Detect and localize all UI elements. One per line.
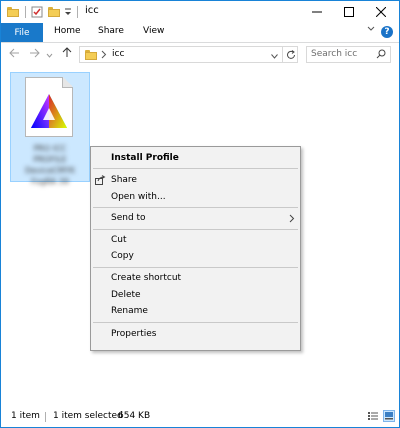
forward-icon[interactable] [29,47,40,61]
divider [25,6,26,18]
search-box[interactable] [306,46,391,63]
window-title: icc [85,5,99,16]
chevron-right-icon[interactable] [101,50,107,62]
menu-item-open-with[interactable]: Open with... [111,192,166,202]
chevron-right-icon [289,214,295,226]
explorer-window: icc File Home Share View ? icc Search ic… [0,0,400,428]
menu-separator [93,168,298,169]
help-icon[interactable]: ? [381,26,393,38]
divider [45,412,46,422]
new-folder-icon[interactable] [48,5,60,19]
menu-item-delete[interactable]: Delete [111,290,141,300]
menu-item-send-to[interactable]: Send to [111,213,146,223]
breadcrumb-item[interactable]: icc [112,49,124,59]
tab-home[interactable]: Home [54,26,81,36]
address-row: icc [1,43,399,67]
details-view-icon[interactable] [367,410,379,422]
file-name-blurred: PRO ICC PROFILE DeviceCMYK FogRA 39 [25,144,75,186]
menu-item-share[interactable]: Share [111,175,137,185]
divider [77,6,78,18]
status-bar: 1 item 1 item selected 654 KB [1,405,399,427]
minimize-button[interactable] [301,1,333,23]
tab-share[interactable]: Share [98,26,124,36]
icc-profile-file-icon [25,77,73,137]
large-icons-view-icon[interactable] [383,410,395,422]
recent-locations-icon[interactable] [46,48,53,62]
properties-icon[interactable] [31,5,43,19]
search-input[interactable] [311,49,373,59]
title-bar: icc [1,1,399,23]
file-list[interactable]: PRO ICC PROFILE DeviceCMYK FogRA 39 Inst… [1,68,399,405]
tab-view[interactable]: View [143,26,164,36]
folder-icon [7,5,19,19]
up-icon[interactable] [62,47,72,61]
address-bar[interactable]: icc [79,46,298,63]
address-dropdown-icon[interactable] [271,52,278,62]
refresh-button[interactable] [282,46,298,63]
tab-file[interactable]: File [1,23,43,42]
close-button[interactable] [365,1,397,23]
selected-count: 1 item selected [53,411,123,421]
menu-item-rename[interactable]: Rename [111,306,148,316]
menu-separator [93,267,298,268]
menu-separator [93,207,298,208]
menu-separator [93,322,298,323]
file-item[interactable]: PRO ICC PROFILE DeviceCMYK FogRA 39 [10,72,90,186]
back-icon[interactable] [9,47,20,61]
maximize-button[interactable] [333,1,365,23]
search-icon[interactable] [376,49,386,62]
item-count: 1 item [11,411,40,421]
ribbon: File Home Share View ? [1,23,399,43]
menu-item-install-profile[interactable]: Install Profile [111,153,179,163]
menu-item-cut[interactable]: Cut [111,235,127,245]
menu-item-copy[interactable]: Copy [111,251,134,261]
folder-icon [85,50,97,60]
menu-item-properties[interactable]: Properties [111,329,156,339]
selected-size: 654 KB [118,411,151,421]
chevron-down-icon[interactable] [367,25,375,36]
menu-item-create-shortcut[interactable]: Create shortcut [111,273,181,283]
menu-separator [93,229,298,230]
context-menu: Install Profile Share Open with... Send … [90,146,301,351]
refresh-icon [286,49,295,59]
share-icon [95,175,106,188]
customize-toolbar-icon[interactable] [64,5,72,19]
